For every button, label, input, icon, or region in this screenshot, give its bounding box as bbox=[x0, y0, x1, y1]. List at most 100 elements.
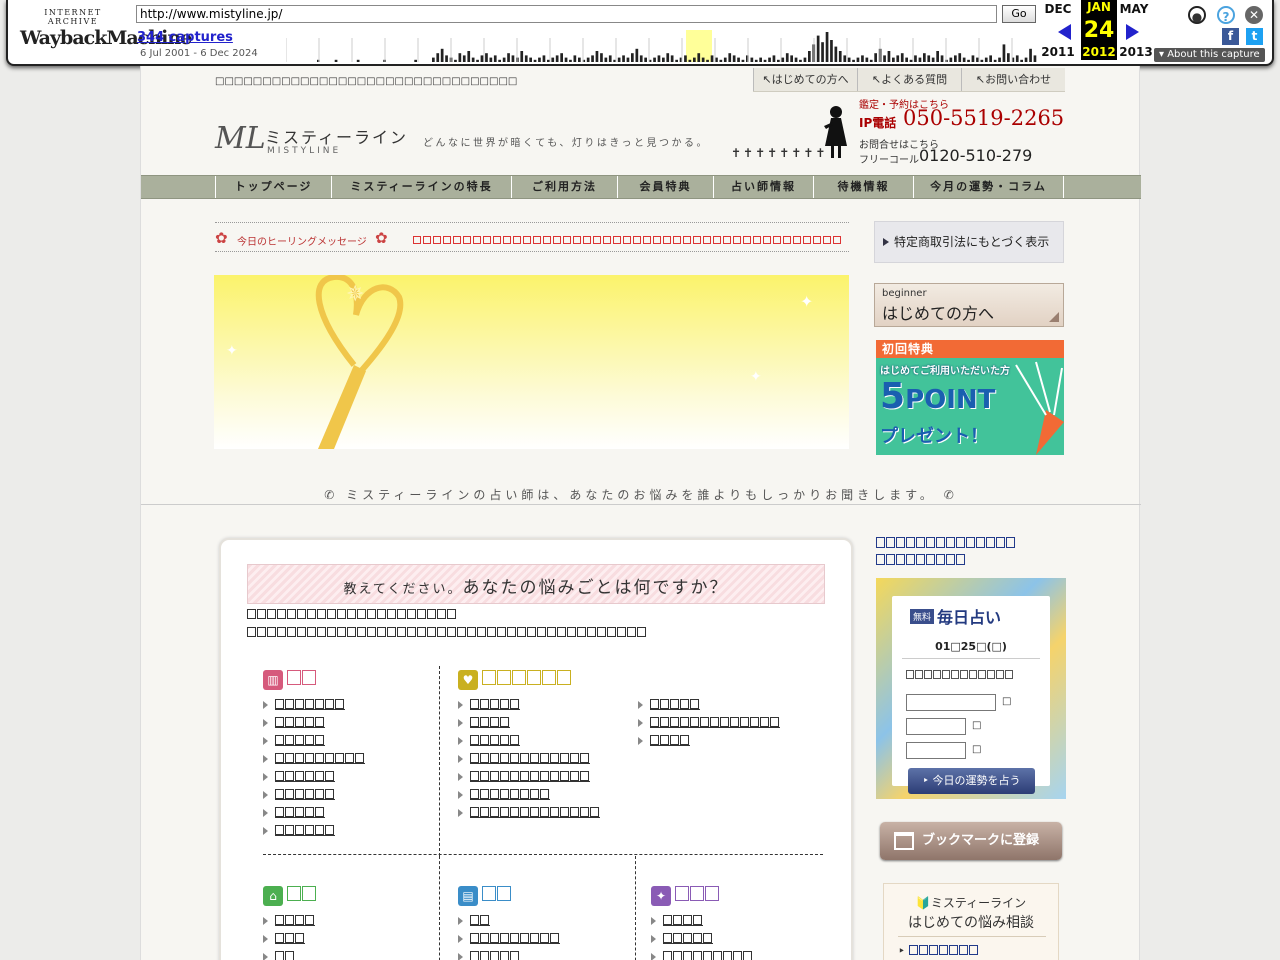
sparkline-bar bbox=[476, 59, 479, 62]
category-link[interactable] bbox=[651, 913, 821, 931]
category-link[interactable] bbox=[458, 697, 628, 715]
category-list bbox=[458, 697, 628, 823]
category-link[interactable] bbox=[458, 769, 628, 787]
category-link[interactable] bbox=[458, 805, 628, 823]
category-link[interactable] bbox=[263, 949, 433, 960]
category-title[interactable] bbox=[675, 886, 720, 904]
category-link[interactable] bbox=[638, 715, 828, 733]
nav-features[interactable]: ミスティーラインの特長 bbox=[331, 176, 511, 198]
category-link[interactable] bbox=[263, 733, 433, 751]
question-small: 教えてください。 bbox=[343, 582, 463, 597]
birth-day-input[interactable] bbox=[906, 742, 966, 759]
category-link[interactable] bbox=[263, 931, 433, 949]
sparkline-bar bbox=[622, 55, 625, 62]
sparkline-bar bbox=[706, 59, 709, 62]
site-logo[interactable]: ML ミスティーライン MISTYLINE bbox=[215, 122, 415, 162]
nav-standby[interactable]: 待機情報 bbox=[813, 176, 913, 198]
category-link[interactable] bbox=[263, 823, 433, 841]
sparkline-bar bbox=[538, 57, 541, 62]
wayback-logo[interactable]: INTERNET ARCHIVE WaybackMachine bbox=[20, 8, 192, 52]
beginner-consult-box[interactable]: 🔰ミスティーライン はじめての悩み相談 ‣ bbox=[883, 883, 1059, 960]
nav-end-divider bbox=[1063, 176, 1064, 198]
category-link[interactable] bbox=[263, 805, 433, 823]
close-icon[interactable]: ✕ bbox=[1245, 6, 1263, 24]
category-link[interactable] bbox=[263, 787, 433, 805]
help-icon[interactable]: ? bbox=[1217, 6, 1235, 24]
birth-year-input[interactable] bbox=[906, 694, 996, 711]
wayback-month-next[interactable]: MAY bbox=[1116, 2, 1152, 16]
nav-top[interactable]: トップページ bbox=[215, 176, 331, 198]
wayback-year-next[interactable]: 2013 bbox=[1118, 45, 1154, 59]
wayback-year-current: 2012 bbox=[1082, 45, 1116, 59]
utility-faq-link[interactable]: ↖よくある質問 bbox=[857, 68, 961, 91]
consult-sub-link[interactable]: ‣ bbox=[898, 944, 979, 958]
category-link[interactable] bbox=[263, 715, 433, 733]
category-list bbox=[458, 913, 628, 960]
wayback-url-input[interactable]: http://www.mistyline.jp/ bbox=[136, 5, 997, 23]
category-link[interactable] bbox=[651, 949, 821, 960]
fortune-link[interactable] bbox=[876, 536, 1066, 570]
category-link[interactable] bbox=[263, 769, 433, 787]
daily-fortune-button[interactable]: ‣ 今日の運勢を占う bbox=[908, 768, 1035, 794]
category-link[interactable] bbox=[458, 931, 628, 949]
nav-usage[interactable]: ご利用方法 bbox=[511, 176, 617, 198]
category-link[interactable] bbox=[458, 715, 628, 733]
sparkline-bar bbox=[653, 57, 656, 62]
wayback-month-prev[interactable]: DEC bbox=[1040, 2, 1076, 16]
free-call-number[interactable]: 0120-510-279 bbox=[919, 146, 1032, 165]
category-link[interactable] bbox=[458, 913, 628, 931]
sparkline-bar bbox=[529, 57, 532, 62]
category-title[interactable] bbox=[482, 670, 572, 688]
sparkline-bar bbox=[715, 57, 718, 62]
category-title[interactable] bbox=[482, 886, 512, 904]
wayback-prev-arrow-icon[interactable] bbox=[1058, 24, 1071, 40]
wayback-range: 6 Jul 2001 - 6 Dec 2024 bbox=[140, 48, 258, 59]
utility-contact-link[interactable]: ↖お問い合わせ bbox=[961, 68, 1065, 91]
wayback-sparkline[interactable] bbox=[286, 30, 1038, 62]
heart-icon: ♥ bbox=[458, 670, 478, 690]
category-link[interactable] bbox=[651, 931, 821, 949]
nav-member[interactable]: 会員特典 bbox=[617, 176, 713, 198]
category-link[interactable] bbox=[263, 751, 433, 769]
sparkline-bar bbox=[980, 59, 984, 62]
category-list bbox=[263, 697, 433, 841]
wayback-go-button[interactable]: Go bbox=[1002, 5, 1036, 23]
wayback-next-arrow-icon[interactable] bbox=[1126, 24, 1139, 40]
beginner-banner[interactable]: beginner はじめての方へ bbox=[874, 283, 1064, 327]
category-link[interactable] bbox=[263, 697, 433, 715]
category-link[interactable] bbox=[458, 787, 628, 805]
first-time-promo-banner[interactable]: 初回特典 はじめてご利用いただいた方 5POINT プレゼント！ bbox=[876, 340, 1064, 455]
category-link[interactable] bbox=[638, 733, 828, 751]
nav-column[interactable]: 今月の運勢・コラム bbox=[913, 176, 1063, 198]
category-link[interactable] bbox=[638, 697, 828, 715]
tokusho-link[interactable]: 特定商取引法にもとづく表示 bbox=[874, 221, 1064, 263]
category-title[interactable] bbox=[287, 886, 317, 904]
site-page: □□□□□□□□□□□□□□□□□□□□□□□□□□□□□□□□ ↖はじめての方… bbox=[140, 66, 1141, 960]
healing-message-text bbox=[413, 233, 843, 245]
wayback-captures-link[interactable]: 344 captures bbox=[137, 30, 233, 45]
category-home: ⌂ bbox=[263, 884, 433, 960]
facebook-icon[interactable]: f bbox=[1222, 28, 1239, 45]
beginner-small-text: beginner bbox=[882, 288, 927, 299]
wayback-year-prev[interactable]: 2011 bbox=[1040, 45, 1076, 59]
utility-beginner-link[interactable]: ↖はじめての方へ bbox=[753, 68, 857, 91]
gift-icon: ▥ bbox=[263, 670, 283, 690]
twitter-icon[interactable]: t bbox=[1246, 28, 1263, 45]
sparkline-bar bbox=[414, 59, 417, 62]
birth-month-input[interactable] bbox=[906, 718, 966, 735]
category-link[interactable] bbox=[458, 751, 628, 769]
category-link[interactable] bbox=[263, 913, 433, 931]
category-link[interactable] bbox=[458, 733, 628, 751]
category-link[interactable] bbox=[458, 949, 628, 960]
scepter-illustration: ✵ ✦ ✦ ✦ bbox=[226, 275, 813, 449]
category-title[interactable] bbox=[287, 670, 317, 688]
nav-fortune-tellers[interactable]: 占い師情報 bbox=[713, 176, 813, 198]
flower-icon: ✿ bbox=[215, 229, 228, 247]
about-capture-button[interactable]: ▾ About this capture bbox=[1154, 48, 1265, 62]
ip-phone-label: IP電話 bbox=[859, 116, 897, 130]
user-icon[interactable]: ● bbox=[1188, 6, 1206, 24]
sparkline-bar bbox=[631, 53, 634, 62]
ip-phone-number[interactable]: 050-5519-2265 bbox=[903, 106, 1064, 130]
catch-copy-text: ミスティーラインの占い師は、あなたのお悩みを誰よりもしっかりお聞きします。 bbox=[346, 488, 936, 502]
bookmark-button[interactable]: ブックマークに登録 bbox=[880, 822, 1062, 860]
